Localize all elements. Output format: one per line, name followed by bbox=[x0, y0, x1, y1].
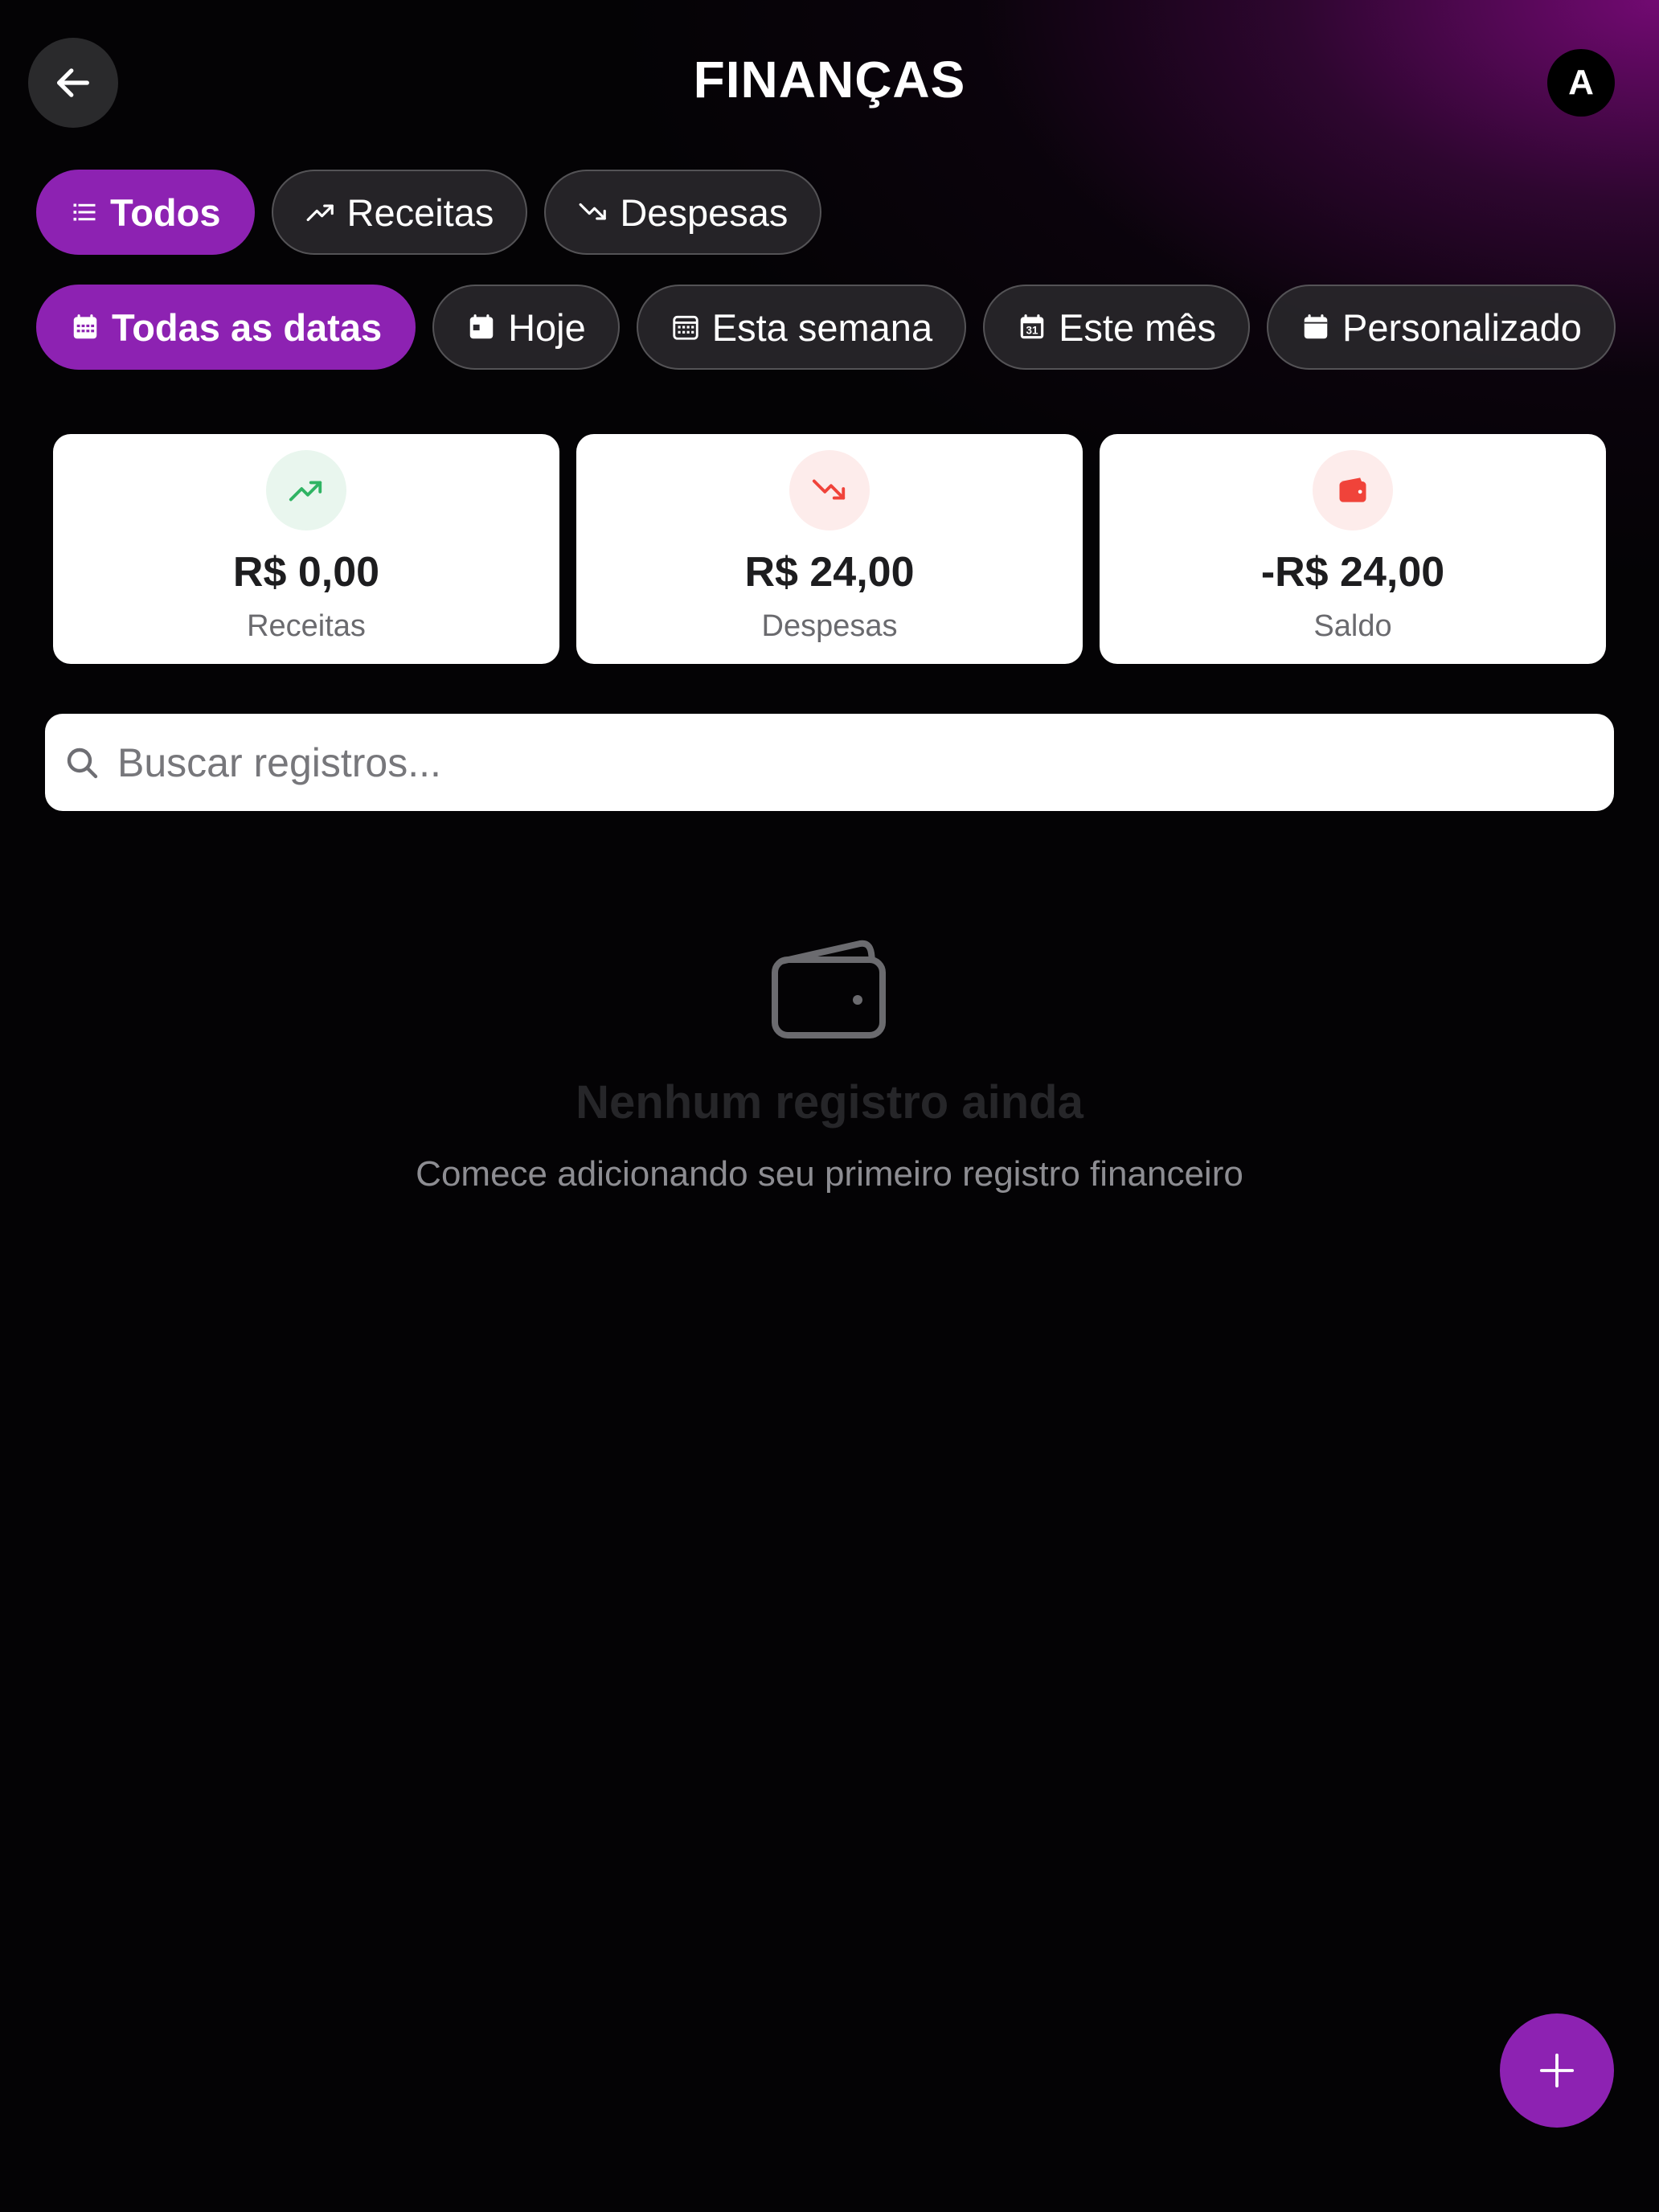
calendar-month-icon: 31 bbox=[1017, 312, 1047, 342]
date-chip-label: Hoje bbox=[508, 305, 586, 349]
date-chip-esta-semana[interactable]: Esta semana bbox=[636, 285, 967, 370]
filter-chip-despesas[interactable]: Despesas bbox=[544, 170, 822, 255]
balance-label: Saldo bbox=[1313, 609, 1392, 643]
date-chip-label: Esta semana bbox=[711, 305, 933, 349]
expenses-card: R$ 24,00 Despesas bbox=[576, 434, 1083, 664]
summary-cards: R$ 0,00 Receitas R$ 24,00 Despesas -R$ 2… bbox=[53, 434, 1606, 664]
date-chip-label: Este mês bbox=[1059, 305, 1216, 349]
avatar-initial: A bbox=[1568, 63, 1594, 102]
calendar-custom-icon bbox=[1301, 312, 1331, 342]
trending-up-icon bbox=[289, 481, 322, 502]
date-chip-personalizado[interactable]: Personalizado bbox=[1266, 285, 1616, 370]
page-title: FINANÇAS bbox=[693, 51, 966, 109]
date-chip-todas-as-datas[interactable]: Todas as datas bbox=[36, 285, 416, 370]
search-icon bbox=[67, 748, 98, 778]
expenses-icon-circle bbox=[789, 450, 870, 530]
svg-text:31: 31 bbox=[1026, 325, 1038, 337]
date-chip-label: Personalizado bbox=[1342, 305, 1582, 349]
trending-up-icon bbox=[305, 197, 336, 227]
income-label: Receitas bbox=[247, 609, 366, 643]
empty-state-title: Nenhum registro ainda bbox=[576, 1076, 1083, 1129]
income-amount: R$ 0,00 bbox=[232, 549, 380, 596]
add-record-button[interactable] bbox=[1500, 2013, 1614, 2128]
search-input[interactable] bbox=[116, 738, 1485, 787]
trending-down-icon bbox=[578, 197, 608, 227]
filter-chip-receitas[interactable]: Receitas bbox=[271, 170, 528, 255]
balance-icon-circle bbox=[1313, 450, 1393, 530]
filter-chip-label: Todos bbox=[110, 190, 221, 234]
calendar-grid-icon bbox=[70, 312, 100, 342]
date-filter-row: Todas as datas Hoje Esta semana 31 Este … bbox=[36, 285, 1616, 370]
calendar-today-icon bbox=[466, 312, 497, 342]
empty-state-subtitle: Comece adicionando seu primeiro registro… bbox=[416, 1154, 1243, 1194]
list-icon bbox=[70, 198, 99, 227]
expenses-amount: R$ 24,00 bbox=[744, 549, 915, 596]
date-chip-label: Todas as datas bbox=[112, 305, 383, 349]
date-chip-este-mes[interactable]: 31 Este mês bbox=[983, 285, 1250, 370]
filter-chip-label: Receitas bbox=[346, 190, 494, 234]
filter-chip-todos[interactable]: Todos bbox=[36, 170, 255, 255]
balance-card: -R$ 24,00 Saldo bbox=[1100, 434, 1606, 664]
date-chip-hoje[interactable]: Hoje bbox=[432, 285, 620, 370]
calendar-week-icon bbox=[670, 312, 701, 342]
trending-down-icon bbox=[812, 479, 846, 500]
expenses-label: Despesas bbox=[761, 609, 898, 643]
search-bar[interactable] bbox=[45, 714, 1614, 811]
plus-icon bbox=[1539, 2053, 1575, 2088]
avatar[interactable]: A bbox=[1547, 49, 1615, 117]
wallet-icon bbox=[1339, 477, 1366, 502]
income-card: R$ 0,00 Receitas bbox=[53, 434, 559, 664]
filter-chip-label: Despesas bbox=[620, 190, 789, 234]
type-filter-row: Todos Receitas Despesas bbox=[36, 170, 822, 255]
balance-amount: -R$ 24,00 bbox=[1260, 549, 1445, 596]
income-icon-circle bbox=[266, 450, 346, 530]
wallet-icon bbox=[770, 936, 889, 1046]
